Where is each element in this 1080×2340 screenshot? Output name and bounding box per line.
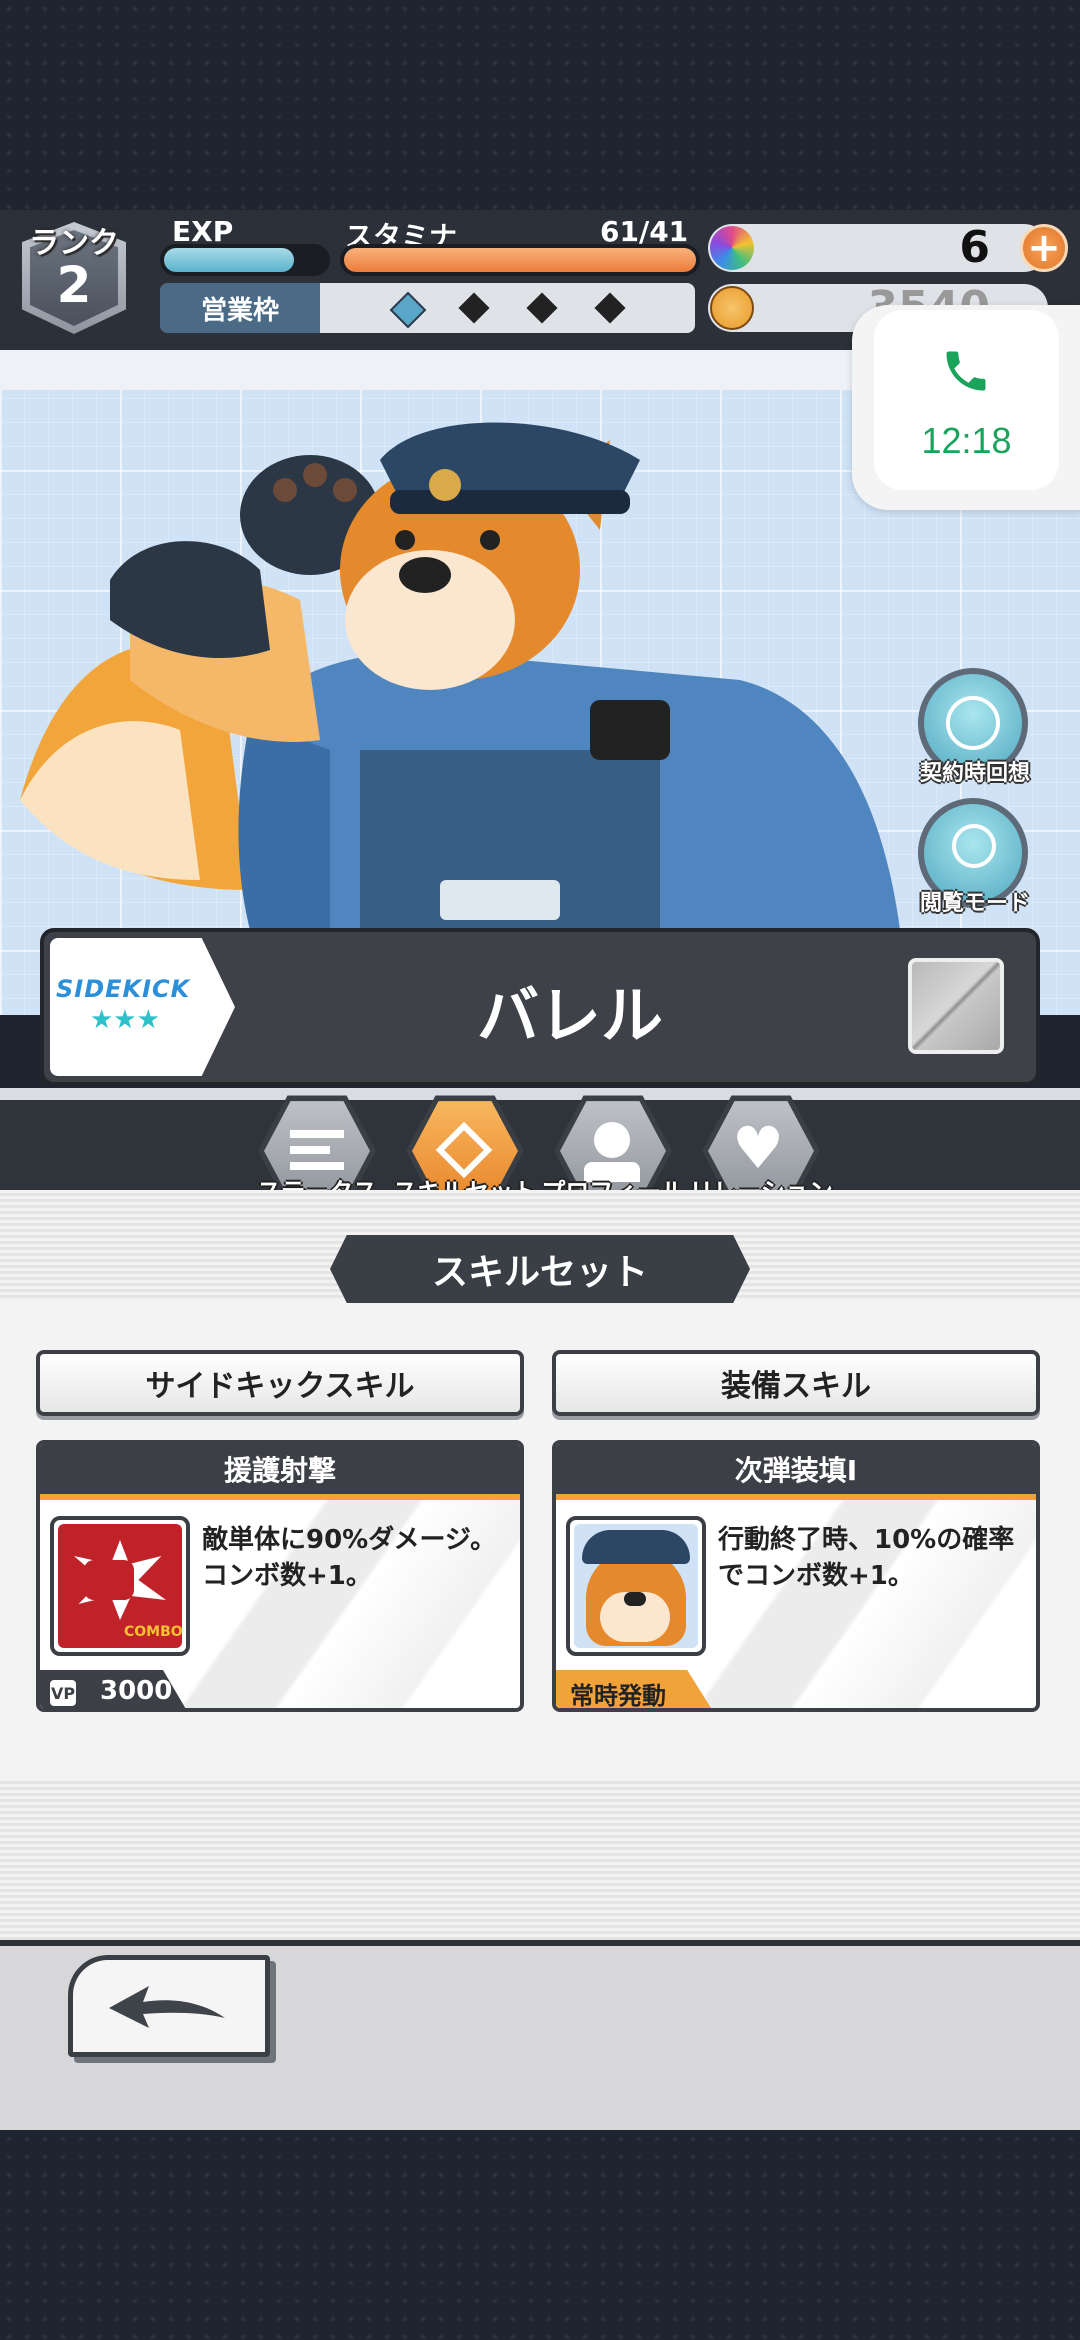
sidekick-skill-description: 敵単体に90%ダメージ。コンボ数+1。 (202, 1525, 497, 1591)
equipment-slot-button[interactable] (908, 958, 1004, 1054)
equip-skill-description: 行動終了時、10%の確率でコンボ数+1。 (718, 1525, 1015, 1591)
phone-icon (946, 351, 986, 391)
back-button[interactable] (68, 1955, 270, 2057)
contract-memory-label: 契約時回想 (919, 761, 1030, 786)
sidekick-label: SIDEKICK (56, 975, 191, 1003)
gem-icon (710, 226, 754, 270)
vp-cost-value: 3000 (100, 1676, 173, 1706)
equip-skill-title: 次弾装填Ⅰ (556, 1444, 1036, 1500)
heart-icon: ♥ (732, 1114, 784, 1182)
vp-icon: VP (50, 1680, 76, 1706)
section-title: スキルセット (330, 1235, 750, 1303)
combo-skill-icon: COMBO (50, 1516, 190, 1656)
gem-counter (708, 224, 1048, 272)
character-portrait-icon (566, 1516, 706, 1656)
rank-value: 2 (56, 256, 92, 314)
equip-skill-button[interactable]: 装備スキル (552, 1350, 1040, 1416)
sidekick-skill-title: 援護射撃 (40, 1444, 520, 1500)
character-name: バレル (476, 979, 663, 1052)
add-gem-button[interactable]: + (1020, 224, 1068, 272)
sidekick-skill-card[interactable]: 援護射撃 COMBO 敵単体に90%ダメージ。コンボ数+1。 VP 3000 (36, 1440, 524, 1712)
coin-icon (710, 286, 754, 330)
person-search-icon (952, 824, 996, 868)
gem-count: 6 (959, 222, 990, 273)
top-background-band (0, 0, 1080, 210)
view-mode-label: 閲覧モード (919, 891, 1030, 916)
status-icon (290, 1130, 344, 1138)
equip-skill-card[interactable]: 次弾装填Ⅰ 行動終了時、10%の確率でコンボ数+1。 常時発動 (552, 1440, 1040, 1712)
rarity-stars: ★★★ (90, 1005, 160, 1035)
globe-icon (946, 696, 1000, 750)
exp-bar (160, 244, 330, 276)
back-arrow-icon (109, 1986, 225, 2028)
bottom-background-band (0, 2130, 1080, 2340)
character-illustration (20, 422, 900, 930)
call-time: 12:18 (921, 420, 1012, 461)
sidekick-skill-button[interactable]: サイドキックスキル (36, 1350, 524, 1416)
eigyo-label: 営業枠 (160, 283, 320, 333)
profile-icon (594, 1122, 630, 1158)
stamina-bar (340, 244, 700, 276)
